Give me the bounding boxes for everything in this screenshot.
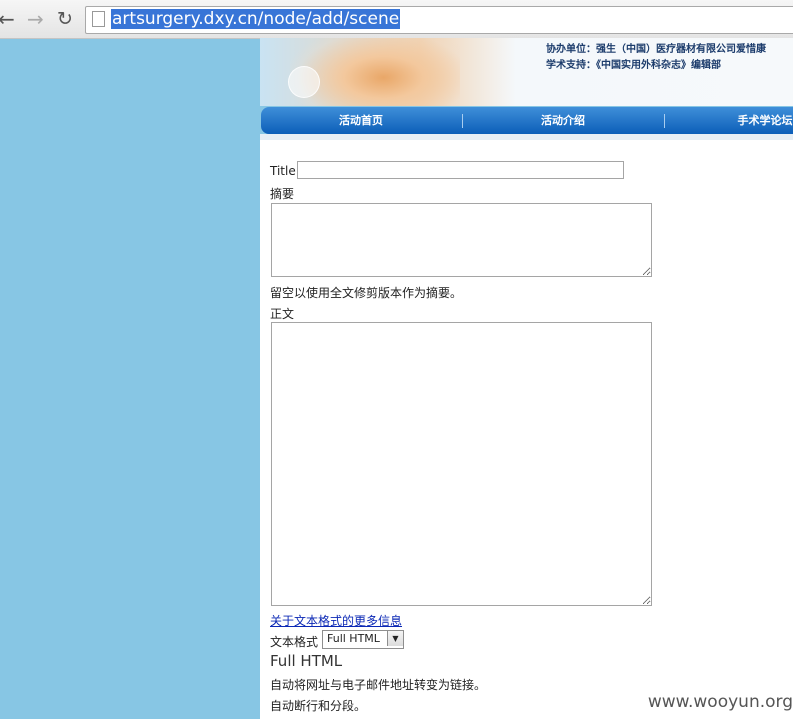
text-format-help-link[interactable]: 关于文本格式的更多信息 bbox=[270, 612, 402, 629]
text-format-label: 文本格式 bbox=[270, 635, 319, 649]
sponsor-academic: 学术支持：《中国实用外科杂志》编辑部 bbox=[546, 60, 721, 71]
text-format-selected: Full HTML bbox=[327, 632, 380, 645]
url-text[interactable]: artsurgery.dxy.cn/node/add/scene bbox=[111, 9, 401, 29]
text-format-name: Full HTML bbox=[270, 652, 343, 670]
summary-label: 摘要 bbox=[270, 187, 295, 201]
back-arrow-icon[interactable]: ← bbox=[0, 8, 15, 30]
browser-toolbar: ← → ↻ artsurgery.dxy.cn/node/add/scene bbox=[0, 0, 793, 39]
site-banner: 协办单位：强生（中国）医疗器材有限公司爱惜康 学术支持：《中国实用外科杂志》编辑… bbox=[260, 38, 793, 106]
text-format-tip: 自动将网址与电子邮件地址转变为链接。 bbox=[270, 678, 487, 692]
page-icon bbox=[92, 11, 105, 27]
title-input[interactable] bbox=[297, 161, 624, 179]
body-label: 正文 bbox=[270, 307, 295, 321]
address-bar[interactable]: artsurgery.dxy.cn/node/add/scene bbox=[85, 6, 793, 34]
nav-item-intro[interactable]: 活动介绍 bbox=[463, 107, 663, 134]
summary-help-text: 留空以使用全文修剪版本作为摘要。 bbox=[270, 286, 463, 300]
title-label: Title bbox=[270, 164, 296, 178]
nav-item-forum[interactable]: 手术学论坛 bbox=[665, 107, 793, 134]
text-format-select[interactable]: Full HTML ▼ bbox=[322, 630, 404, 649]
forward-arrow-icon[interactable]: → bbox=[27, 8, 44, 30]
body-textarea[interactable] bbox=[271, 322, 652, 606]
nav-item-home[interactable]: 活动首页 bbox=[261, 107, 461, 134]
chevron-down-icon[interactable]: ▼ bbox=[387, 631, 403, 646]
summary-textarea[interactable] bbox=[271, 203, 652, 277]
watermark: www.wooyun.org bbox=[647, 692, 793, 712]
text-format-tip: 自动断行和分段。 bbox=[270, 699, 367, 713]
node-add-form: Title 摘要 留空以使用全文修剪版本作为摘要。 正文 关于文本格式的更多信息… bbox=[260, 134, 793, 719]
banner-bubble-decoration bbox=[288, 66, 320, 98]
main-nav: 活动首页 活动介绍 手术学论坛 bbox=[261, 107, 793, 134]
sponsor-organizer: 协办单位：强生（中国）医疗器材有限公司爱惜康 bbox=[546, 44, 766, 55]
reload-icon[interactable]: ↻ bbox=[57, 8, 73, 30]
